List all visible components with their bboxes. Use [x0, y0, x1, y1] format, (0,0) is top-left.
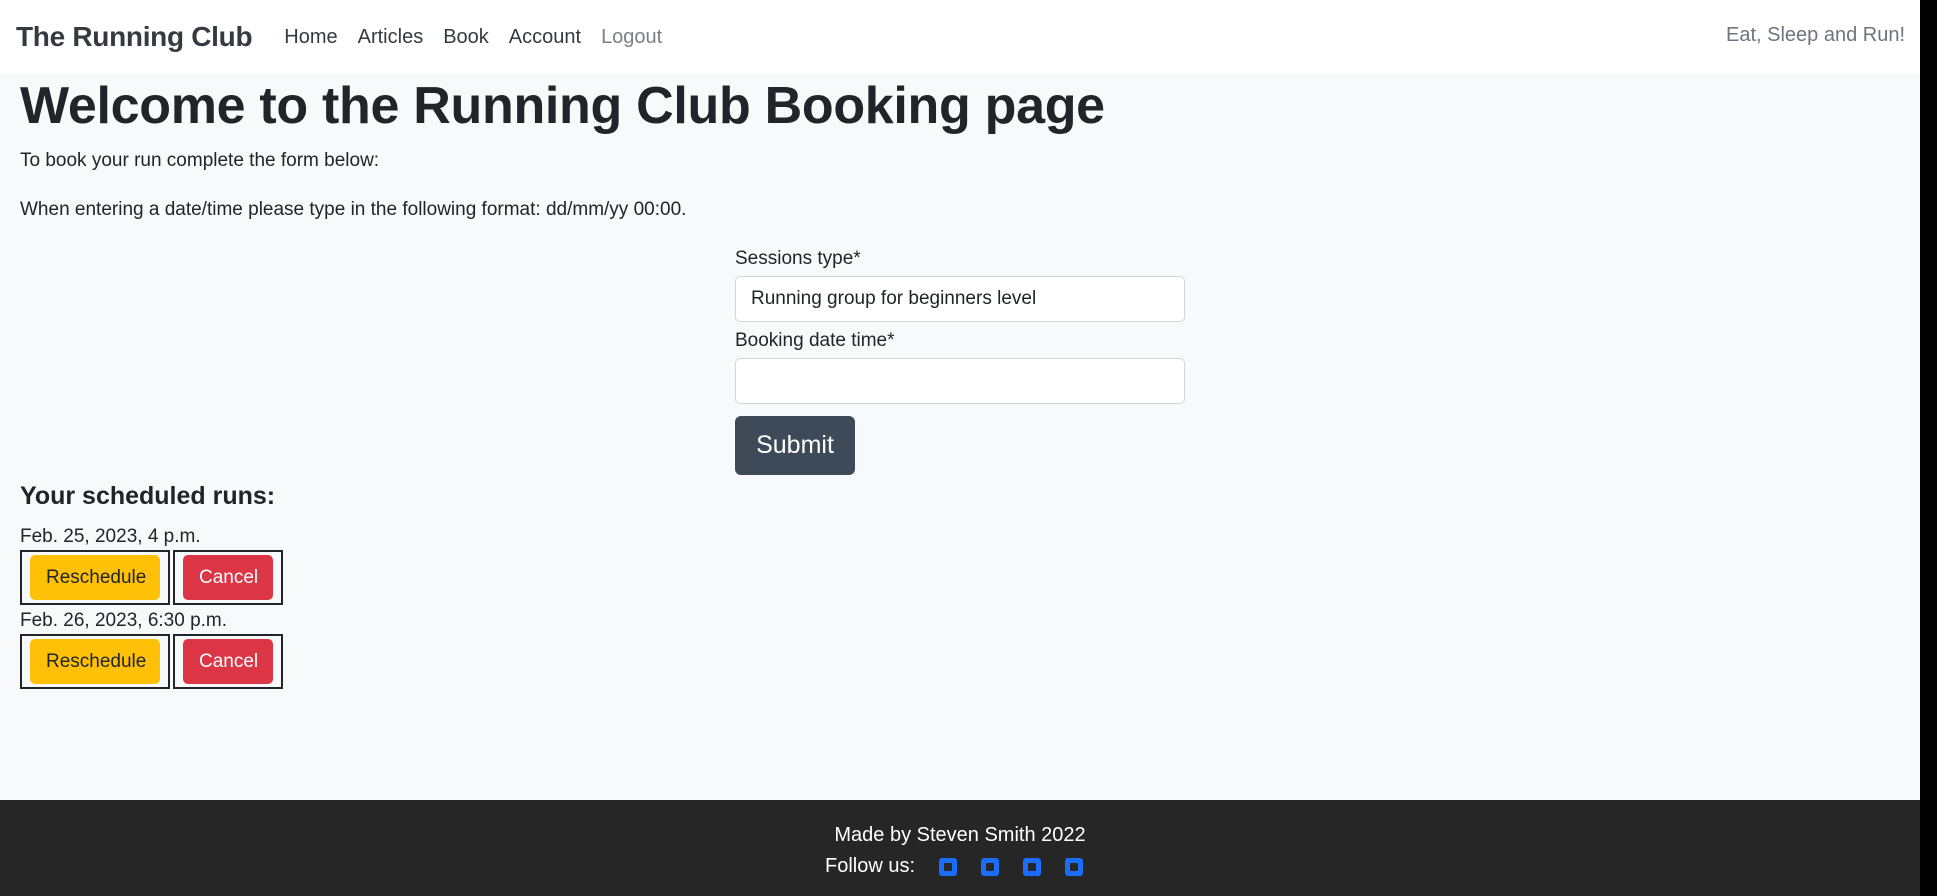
nav-articles[interactable]: Articles [348, 26, 434, 49]
session-type-label: Sessions type* [735, 248, 861, 269]
nav-home[interactable]: Home [274, 26, 347, 49]
cancel-button[interactable]: Cancel [183, 639, 273, 684]
nav-book[interactable]: Book [433, 26, 499, 49]
youtube-icon[interactable] [1065, 857, 1084, 876]
submit-button[interactable]: Submit [735, 416, 855, 475]
reschedule-form: Reschedule [20, 550, 170, 605]
cancel-form: Cancel [173, 550, 283, 605]
intro-text: To book your run complete the form below… [20, 150, 380, 171]
reschedule-form: Reschedule [20, 634, 170, 689]
scheduled-runs-title: Your scheduled runs: [20, 482, 276, 510]
booking-date-input[interactable] [735, 358, 1185, 404]
reschedule-button[interactable]: Reschedule [30, 639, 160, 684]
reschedule-button[interactable]: Reschedule [30, 555, 160, 600]
scheduled-run: Feb. 25, 2023, 4 p.m. Reschedule Cancel [20, 526, 286, 605]
booking-date-label: Booking date time* [735, 330, 895, 351]
facebook-icon[interactable] [939, 857, 958, 876]
footer-social: Follow us: [0, 855, 1920, 878]
twitter-icon[interactable] [981, 857, 1000, 876]
page-title: Welcome to the Running Club Booking page [20, 77, 1105, 135]
social-links [927, 857, 1095, 876]
date-format-hint: When entering a date/time please type in… [20, 199, 687, 220]
cancel-form: Cancel [173, 634, 283, 689]
tagline: Eat, Sleep and Run! [1725, 24, 1905, 46]
footer-credit: Made by Steven Smith 2022 [834, 824, 1086, 846]
brand-logo[interactable]: The Running Club [16, 21, 253, 53]
scheduled-run: Feb. 26, 2023, 6:30 p.m. Reschedule Canc… [20, 610, 286, 689]
run-date: Feb. 26, 2023, 6:30 p.m. [20, 610, 228, 631]
session-type-select[interactable]: Running group for beginners level [735, 276, 1185, 322]
nav-logout[interactable]: Logout [591, 26, 672, 49]
session-type-value: Running group for beginners level [751, 288, 1037, 309]
navbar: The Running Club Home Articles Book Acco… [0, 0, 1920, 74]
nav-account[interactable]: Account [499, 26, 591, 49]
cancel-button[interactable]: Cancel [183, 555, 273, 600]
run-date: Feb. 25, 2023, 4 p.m. [20, 526, 201, 547]
page: The Running Club Home Articles Book Acco… [0, 0, 1920, 896]
booking-form: Sessions type* Running group for beginne… [735, 248, 1185, 475]
instagram-icon[interactable] [1023, 857, 1042, 876]
follow-label: Follow us: [824, 855, 916, 877]
footer: Made by Steven Smith 2022 Follow us: [0, 800, 1920, 896]
nav-links: Home Articles Book Account Logout [274, 26, 672, 49]
